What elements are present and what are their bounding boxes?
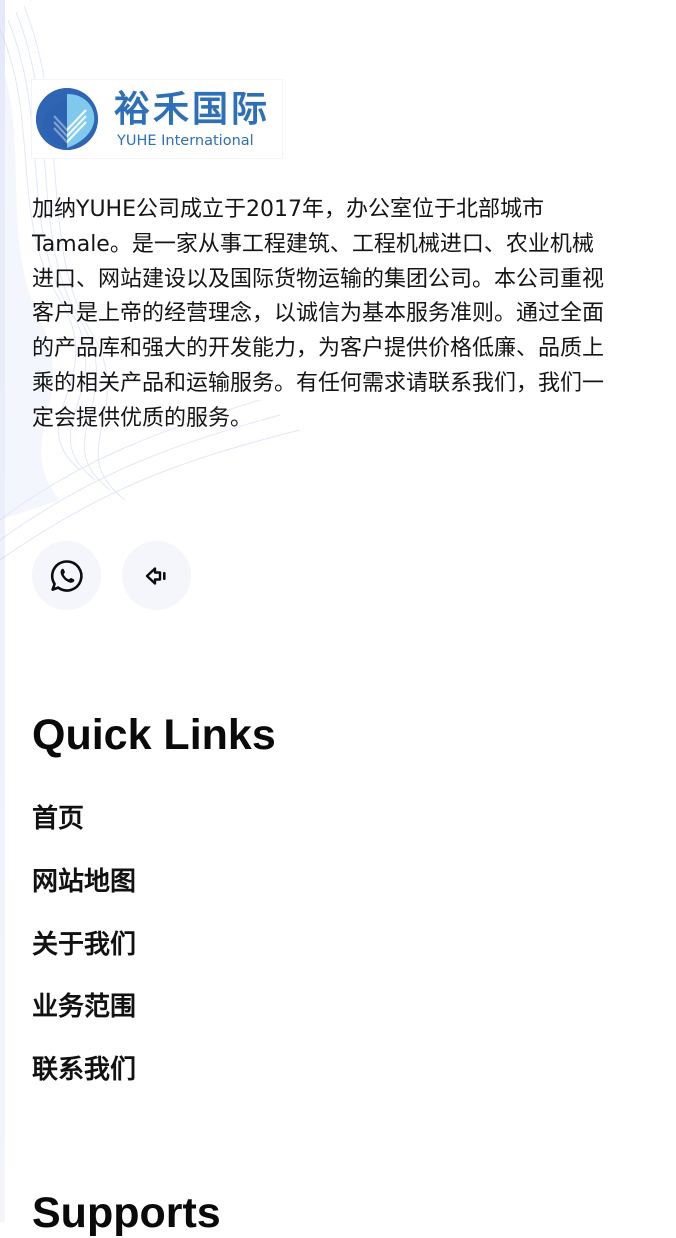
brand-name-english: YUHE International bbox=[117, 133, 254, 149]
link-sitemap[interactable]: 网站地图 bbox=[32, 863, 136, 901]
left-edge-strip bbox=[0, 0, 5, 1222]
list-item: 网站地图 bbox=[32, 863, 136, 926]
whatsapp-button[interactable] bbox=[32, 541, 101, 610]
link-contact-us[interactable]: 联系我们 bbox=[32, 1051, 136, 1089]
link-about-us[interactable]: 关于我们 bbox=[32, 926, 136, 964]
yuhe-logo-icon bbox=[36, 88, 98, 150]
list-item: 首页 bbox=[32, 800, 136, 863]
link-business-scope[interactable]: 业务范围 bbox=[32, 988, 136, 1026]
company-intro-text: 加纳YUHE公司成立于2017年，办公室位于北部城市Tamale。是一家从事工程… bbox=[32, 197, 605, 431]
share-button[interactable] bbox=[122, 541, 191, 610]
social-links bbox=[32, 541, 191, 610]
list-item: 关于我们 bbox=[32, 926, 136, 989]
quick-links-list: 首页 网站地图 关于我们 业务范围 联系我们 bbox=[32, 800, 136, 1114]
brand-logo[interactable]: 裕禾国际 YUHE International bbox=[32, 80, 282, 158]
share-icon bbox=[145, 566, 166, 585]
whatsapp-icon bbox=[50, 559, 83, 592]
quick-links-heading: Quick Links bbox=[32, 711, 276, 759]
list-item: 业务范围 bbox=[32, 988, 136, 1051]
supports-heading: Supports bbox=[32, 1189, 221, 1237]
brand-name-chinese: 裕禾国际 bbox=[114, 89, 271, 130]
list-item: 联系我们 bbox=[32, 1051, 136, 1114]
link-home[interactable]: 首页 bbox=[32, 800, 84, 838]
